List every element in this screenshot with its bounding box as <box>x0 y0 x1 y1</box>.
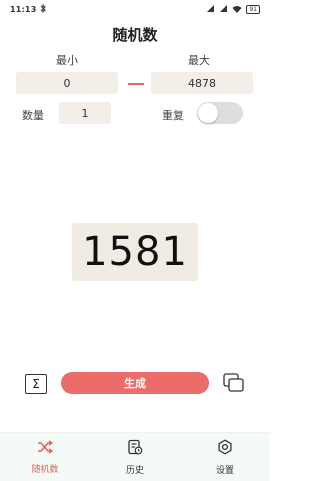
count-input[interactable]: 1 <box>59 102 111 124</box>
status-time: 11:13 <box>10 5 37 14</box>
min-label: 最小 <box>56 54 78 67</box>
min-input[interactable]: 0 <box>16 72 118 94</box>
repeat-toggle[interactable] <box>197 102 243 124</box>
tab-history-label: 历史 <box>125 465 144 476</box>
page-title: 随机数 <box>112 26 158 44</box>
range-dash <box>128 83 144 85</box>
bluetooth-icon <box>40 3 47 15</box>
bottom-tab-bar: 随机数 历史 设置 <box>0 432 270 481</box>
shuffle-icon <box>37 439 54 458</box>
wifi-icon <box>232 5 242 15</box>
max-input[interactable]: 4878 <box>151 72 253 94</box>
tab-random[interactable]: 随机数 <box>0 433 90 481</box>
tab-settings[interactable]: 设置 <box>180 433 270 481</box>
battery-level: 91 <box>249 6 257 13</box>
status-bar: 11:13 91 <box>0 0 270 18</box>
copy-icon[interactable] <box>222 372 246 394</box>
tab-random-label: 随机数 <box>31 465 59 475</box>
tab-history[interactable]: 历史 <box>90 433 180 481</box>
count-label: 数量 <box>22 109 44 122</box>
history-icon <box>127 439 143 459</box>
repeat-label: 重复 <box>162 109 184 122</box>
sum-button[interactable]: Σ <box>25 374 47 394</box>
tab-settings-label: 设置 <box>215 465 234 476</box>
result-display: 1581 <box>72 223 198 281</box>
toggle-knob <box>198 103 218 123</box>
max-label: 最大 <box>188 54 210 67</box>
sim-icon <box>206 4 215 15</box>
signal-icon <box>219 4 228 15</box>
gear-icon <box>217 438 233 459</box>
generate-button[interactable]: 生成 <box>61 372 209 394</box>
battery-icon: 91 <box>246 5 260 14</box>
